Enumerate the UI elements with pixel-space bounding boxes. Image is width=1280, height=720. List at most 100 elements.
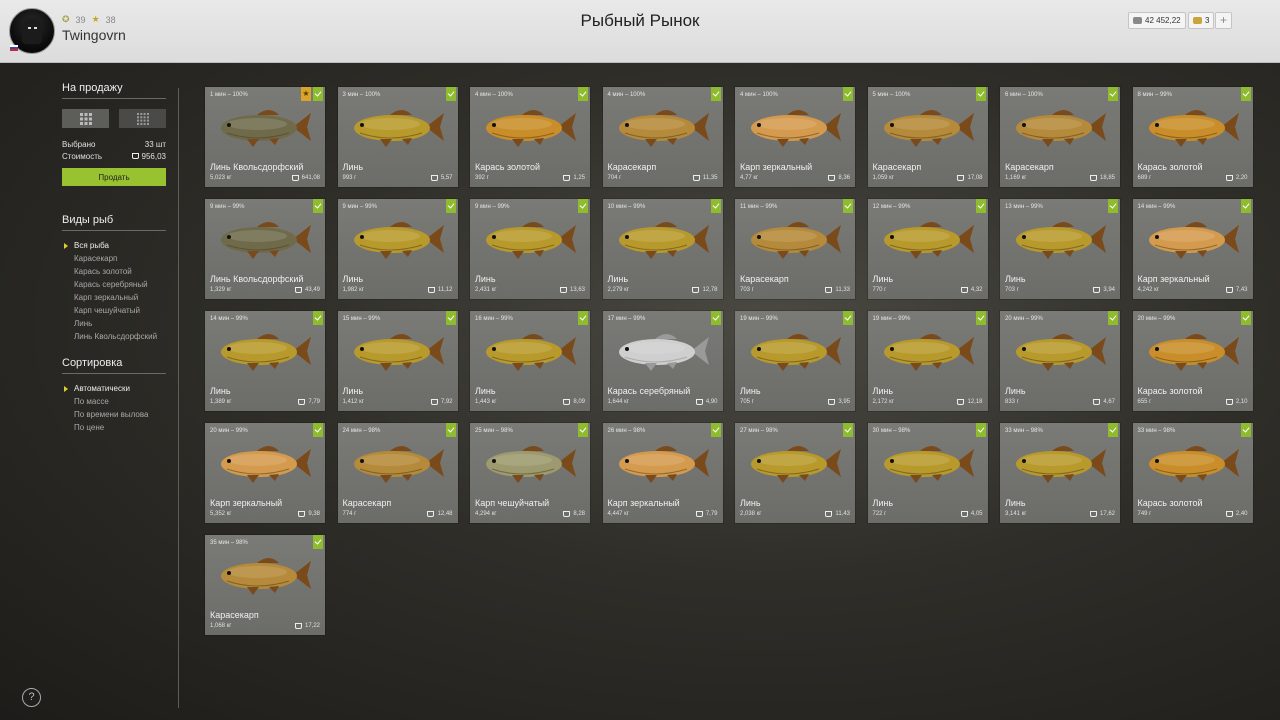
selected-checkbox[interactable] [313,87,323,101]
fish-card[interactable]: 35 мин – 98% Карасекарп 1,068 кг 17,22 [205,535,325,635]
fish-type-filter-item[interactable]: Линь Квольсдорфский [62,332,166,341]
fish-card[interactable]: 6 мин – 100% Карасекарп 1,169 кг 18,85 [1000,87,1120,187]
fish-price: 43,49 [294,287,320,293]
fish-card[interactable]: 9 мин – 99% Линь 1,982 кг 11,12 [337,199,458,299]
fish-card[interactable]: 10 мин – 99% Линь 2,279 кг 12,78 [602,199,723,299]
small-grid-view-button[interactable] [119,109,166,128]
selected-checkbox[interactable] [1108,423,1118,437]
sell-button[interactable]: Продать [62,168,166,186]
fish-card[interactable]: 25 мин – 98% Карп чешуйчатый 4,294 кг 8,28 [470,423,590,523]
selected-checkbox[interactable] [578,199,588,213]
fish-card[interactable]: 4 мин – 100% Карась золотой 392 г 1,25 [470,87,590,187]
fish-card[interactable]: 12 мин – 99% Линь 770 г 4,32 [867,199,988,299]
fish-card[interactable]: 8 мин – 99% Карась золотой 689 г 2,20 [1132,87,1253,187]
fish-card[interactable]: 33 мин – 98% Карась золотой 749 г 2,40 [1132,423,1253,523]
selected-checkbox[interactable] [975,311,986,325]
selected-checkbox[interactable] [578,423,588,437]
selected-checkbox[interactable] [578,87,588,101]
catch-time: 11 мин – 99% [740,204,778,210]
selected-checkbox[interactable] [843,423,853,437]
selected-checkbox[interactable] [710,87,721,101]
selected-checkbox[interactable] [445,311,456,325]
selected-checkbox[interactable] [710,199,721,213]
selected-checkbox[interactable] [313,423,323,437]
silver-coin-icon [1225,511,1233,517]
fish-card[interactable]: 19 мин – 99% Линь 705 г 3,95 [735,311,855,411]
fish-card[interactable]: 11 мин – 99% Карасекарп 703 г 11,33 [735,199,855,299]
fish-price: 4,05 [960,511,983,517]
selected-checkbox[interactable] [843,87,853,101]
selected-checkbox[interactable] [445,199,456,213]
fish-card[interactable]: 26 мин – 98% Карп зеркальный 4,447 кг 7,79 [602,423,723,523]
fish-card[interactable]: 24 мин – 98% Карасекарп 774 г 12,48 [337,423,458,523]
fish-card[interactable]: 14 мин – 99% Карп зеркальный 4,242 кг 7,43 [1132,199,1253,299]
fish-card[interactable]: 9 мин – 99% Линь 2,431 кг 13,63 [470,199,590,299]
selected-checkbox[interactable] [578,311,588,325]
fish-card[interactable]: 13 мин – 99% Линь 703 г 3,94 [1000,199,1120,299]
catch-time: 15 мин – 99% [342,316,381,322]
help-button[interactable]: ? [22,688,41,707]
fish-card[interactable]: 20 мин – 99% Линь 833 г 4,67 [1000,311,1120,411]
fish-card[interactable]: 5 мин – 100% Карасекарп 1,059 кг 17,08 [867,87,988,187]
fish-card[interactable]: 15 мин – 99% Линь 1,412 кг 7,92 [337,311,458,411]
fish-type-filter-item[interactable]: Карп чешуйчатый [62,306,166,315]
sort-option-item[interactable]: По цене [62,423,166,432]
selected-checkbox[interactable] [445,87,456,101]
sort-option-item[interactable]: По массе [62,397,166,406]
selected-checkbox[interactable] [1108,87,1118,101]
selected-checkbox[interactable] [313,311,323,325]
fish-type-filter-item[interactable]: Карасекарп [62,254,166,263]
fish-type-filter-item[interactable]: Линь [62,319,166,328]
sort-option-item[interactable]: Автоматически [62,384,166,393]
fish-card[interactable]: 9 мин – 99% Линь Квольсдорфский 1,329 кг 43… [205,199,325,299]
fish-type-filter-item[interactable]: Карп зеркальный [62,293,166,302]
selected-checkbox[interactable] [1240,87,1251,101]
fish-card[interactable]: 3 мин – 100% Линь 993 г 5,57 [337,87,458,187]
selected-checkbox[interactable] [1240,199,1251,213]
selected-checkbox[interactable] [975,423,986,437]
fish-card[interactable]: 17 мин – 99% Карась серебряный 1,644 кг 4,9… [602,311,723,411]
selected-checkbox[interactable] [1108,199,1118,213]
fish-type-filter-item[interactable]: Карась золотой [62,267,166,276]
selected-checkbox[interactable] [313,199,323,213]
fish-card[interactable]: 4 мин – 100% Карп зеркальный 4,77 кг 8,36 [735,87,855,187]
fish-card[interactable]: 20 мин – 99% Карась золотой 655 г 2,10 [1132,311,1253,411]
silver-coin-icon [828,175,836,181]
fish-card[interactable]: 16 мин – 99% Линь 1,443 кг 8,09 [470,311,590,411]
selected-checkbox[interactable] [710,311,721,325]
fish-type-filter-item[interactable]: Вся рыба [62,241,166,250]
fish-image [217,327,313,375]
fish-type-filter-item[interactable]: Карась серебряный [62,280,166,289]
fish-weight: 655 г [1137,399,1152,405]
selected-checkbox[interactable] [710,423,721,437]
large-grid-view-button[interactable] [62,109,109,128]
fish-card[interactable]: 1 мин – 100% ★ Линь Квольсдорфский 5,023 кг… [205,87,325,187]
fish-name: Карп зеркальный [607,498,680,508]
fish-card[interactable]: 19 мин – 99% Линь 2,172 кг 12,18 [867,311,988,411]
fish-price-value: 5,57 [440,175,453,181]
selected-checkbox[interactable] [445,423,456,437]
fish-card[interactable]: 27 мин – 98% Линь 2,038 кг 11,43 [735,423,855,523]
fish-price: 2,10 [1225,399,1248,405]
selected-checkbox[interactable] [843,199,853,213]
selected-checkbox[interactable] [975,199,986,213]
sort-option-item[interactable]: По времени вылова [62,410,166,419]
add-currency-button[interactable]: + [1215,12,1232,29]
fish-card[interactable]: 20 мин – 99% Карп зеркальный 5,352 кг 9,38 [205,423,325,523]
silver-coin-icon [692,287,700,293]
fish-card[interactable]: 4 мин – 100% Карасекарп 704 г 11,35 [602,87,723,187]
fish-card[interactable]: 14 мин – 99% Линь 1,389 кг 7,79 [205,311,325,411]
selected-checkbox[interactable] [313,535,323,549]
fish-name: Линь [740,498,761,508]
fish-card[interactable]: 33 мин – 98% Линь 3,141 кг 17,62 [1000,423,1120,523]
selected-checkbox[interactable] [1240,311,1251,325]
silver-coin-icon [828,399,836,405]
fish-card[interactable]: 30 мин – 98% Линь 722 г 4,05 [867,423,988,523]
silver-coin-icon [957,399,965,405]
selected-checkbox[interactable] [975,87,986,101]
fish-price-value: 8,09 [573,399,585,405]
selected-checkbox[interactable] [1108,311,1118,325]
selected-checkbox[interactable] [1240,423,1251,437]
selected-checkbox[interactable] [843,311,853,325]
fish-name: Карасекарп [342,498,392,508]
